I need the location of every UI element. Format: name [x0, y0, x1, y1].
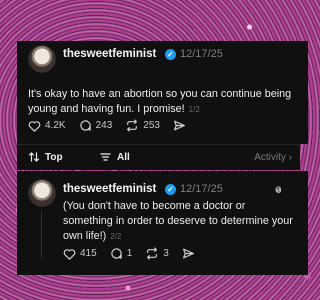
repost-count: 253 [143, 120, 160, 131]
replies-filter-bar: Top All Activity › [17, 144, 300, 170]
post-card-2: thesweetfeminist ✓ 12/17/25 (You don't h… [17, 171, 308, 275]
comment-icon [79, 120, 91, 131]
comment-count: 243 [95, 120, 113, 131]
share-icon [173, 120, 185, 131]
share-button[interactable] [173, 119, 190, 132]
verified-badge-icon: ✓ [165, 184, 176, 195]
repost-button[interactable]: 3 [145, 247, 169, 260]
sort-label: Top [45, 151, 63, 163]
post-actions: 415 1 3 [63, 247, 212, 260]
sort-icon [28, 152, 40, 162]
post-text-content: (You don't have to become a doctor or so… [63, 200, 293, 242]
like-count: 415 [80, 248, 97, 259]
comment-button[interactable]: 243 [79, 119, 113, 132]
post-actions: 4.2K 243 253 [28, 119, 203, 132]
username[interactable]: thesweetfeminist [63, 48, 156, 60]
thread-counter: 2/2 [110, 232, 122, 241]
activity-link[interactable]: Activity › [254, 152, 292, 163]
filter-icon [100, 153, 111, 161]
thread-line [41, 211, 42, 259]
repost-button[interactable]: 253 [125, 119, 160, 132]
comment-count: 1 [126, 248, 133, 259]
post-date: 12/17/25 [180, 48, 223, 60]
thread-counter: 1/2 [188, 105, 200, 114]
filter-button[interactable]: All [99, 151, 130, 163]
post-text-content: It's okay to have an abortion so you can… [28, 88, 292, 115]
comment-button[interactable]: 1 [110, 247, 133, 260]
post-text: It's okay to have an abortion so you can… [28, 87, 298, 117]
username[interactable]: thesweetfeminist [63, 183, 156, 195]
repost-icon [127, 119, 138, 132]
like-button[interactable]: 4.2K [28, 120, 66, 132]
avatar[interactable] [28, 45, 56, 73]
repost-icon [147, 247, 158, 260]
verified-badge-icon: ✓ [165, 49, 176, 60]
heart-icon [28, 120, 41, 132]
share-icon [182, 248, 194, 259]
comment-icon [111, 248, 122, 259]
filter-label: All [117, 151, 130, 163]
post-date: 12/17/25 [180, 183, 223, 195]
post-card-1: thesweetfeminist ✓ 12/17/25 It's okay to… [17, 41, 308, 144]
heart-icon [63, 248, 76, 260]
like-button[interactable]: 415 [63, 248, 97, 260]
share-button[interactable] [182, 247, 199, 260]
chevron-right-icon: › [288, 152, 292, 163]
avatar[interactable] [28, 179, 56, 207]
like-count: 4.2K [45, 120, 66, 131]
threads-logo-icon [275, 186, 282, 193]
repost-count: 3 [163, 248, 169, 259]
activity-label: Activity [254, 152, 286, 163]
sort-button[interactable]: Top [28, 151, 63, 163]
post-text: (You don't have to become a doctor or so… [63, 199, 293, 244]
